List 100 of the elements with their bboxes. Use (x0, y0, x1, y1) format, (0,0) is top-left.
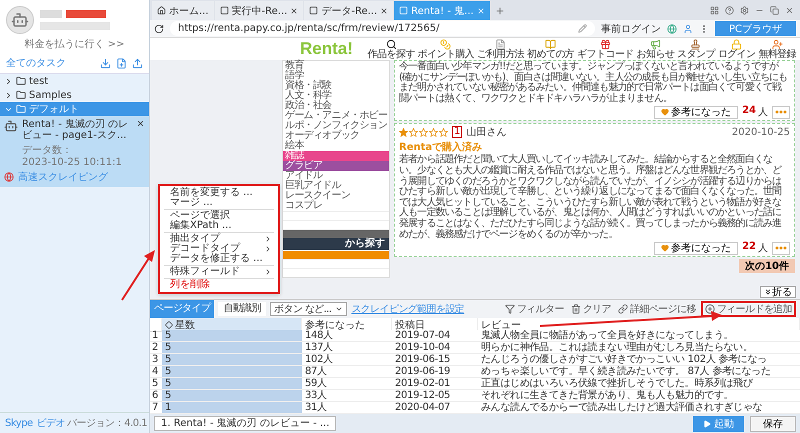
settings-icon[interactable] (740, 6, 749, 14)
page-icon (399, 6, 408, 15)
link-icon (618, 304, 628, 314)
task-name: Renta! - 鬼滅の刃 のレビュー - page1-スク... (22, 119, 130, 141)
globe-icon[interactable] (666, 24, 677, 34)
toolbar-button[interactable]: クリア (568, 301, 613, 317)
more-button[interactable] (772, 106, 790, 119)
menu-item[interactable]: マージ ... (160, 198, 278, 208)
annotation-arrow (121, 250, 155, 301)
review-date: 2020-10-25 (732, 126, 790, 138)
table-cell: 2020-04-07 (392, 402, 478, 414)
menu-item[interactable]: 名前を変更する ... (160, 188, 278, 198)
help-icon[interactable] (725, 6, 734, 14)
browser-tab[interactable]: ホーム... (152, 1, 214, 20)
menu-item[interactable]: 編集XPath ... (160, 221, 278, 231)
stamp-icon (690, 38, 702, 50)
close-icon[interactable] (290, 6, 298, 14)
site-logo: Renta! (300, 39, 353, 59)
folder-icon (16, 90, 26, 100)
menu-item[interactable]: ページで選択 (160, 211, 278, 221)
home-icon (157, 6, 166, 15)
collapse-button[interactable]: 折る (760, 286, 796, 298)
table-cell: 5 (162, 354, 302, 366)
menu-item[interactable]: データを修正する ... (160, 254, 278, 264)
login-link[interactable]: 事前ログイン (600, 22, 661, 36)
plus-circle-icon (704, 304, 715, 314)
browser-tab[interactable]: データ-Re... (304, 1, 394, 20)
menu-item[interactable]: 列を削除 (160, 280, 278, 290)
close-icon[interactable] (380, 6, 388, 14)
table-cell: 明らかに神作品。これは読まない理由がむしろ見当たらない。 (478, 342, 800, 354)
toolbar-button[interactable]: フィルター (502, 301, 566, 317)
nav-link[interactable]: ポイント購入 (418, 38, 474, 60)
category-item[interactable]: グラビア (283, 161, 389, 171)
table-cell: 5 (162, 390, 302, 402)
import-icon[interactable] (100, 58, 111, 68)
menu-item[interactable]: 抽出タイプ (160, 234, 278, 244)
table-cell: 102人 (302, 354, 392, 366)
grid-icon[interactable] (710, 6, 719, 14)
globe-icon (4, 172, 14, 182)
robot-icon (11, 11, 29, 29)
section-header: から探す (283, 238, 389, 250)
nav-link[interactable]: スタンプ (677, 38, 715, 60)
table-cell: 2019-10-04 (392, 342, 478, 354)
nav-link[interactable]: ギフトコード (577, 38, 634, 60)
table-cell: 5 (162, 366, 302, 378)
review-author: 山田さん (466, 126, 506, 140)
caret-icon (335, 305, 344, 313)
count-unit: 人 (758, 106, 768, 120)
nav-link[interactable]: 作品を探す (368, 38, 415, 60)
helpful-count: 24 (742, 105, 756, 118)
empty-star-icon (419, 128, 428, 137)
menu-item[interactable]: デコードタイプ (160, 244, 278, 254)
task-item[interactable]: Renta! - 鬼滅の刃 のレビュー - page1-スク... データ数： 2023-10-25 10:11:1 高速スクレイピング (0, 116, 149, 187)
chevron-right-icon (264, 268, 272, 276)
helpful-button[interactable]: 参考になった (654, 242, 738, 255)
page-icon (220, 6, 229, 15)
lock-icon (731, 38, 742, 50)
category-item[interactable]: ルポ・ノンフィクション (283, 121, 389, 131)
restore-icon[interactable] (770, 6, 779, 14)
table-cell: 59人 (302, 378, 392, 390)
table-cell: 5 (162, 330, 302, 342)
pagination-dropdown[interactable]: ボタン など... (270, 302, 348, 316)
nav-link[interactable]: 初めての方 (527, 38, 574, 60)
table-cell: 2019-06-19 (392, 366, 478, 378)
billing-link[interactable]: 料金を払うに行く >> (24, 37, 124, 51)
coin-icon (440, 38, 452, 50)
table-cell: 137人 (302, 342, 392, 354)
nav-link[interactable]: 無料登録 (758, 38, 796, 60)
page-type-value[interactable]: 自動識別 (218, 302, 266, 316)
task-tab[interactable]: 1. Renta! - 鬼滅の刃 のレビュー - ... (154, 416, 336, 431)
table-cell: 鬼滅人物全員に物語があって全員を好きになってしまう。 (478, 330, 800, 342)
save-button[interactable]: 保存 (750, 416, 796, 432)
category-item[interactable]: ゲーム・アニメ・ホビー (283, 111, 389, 121)
dots-icon (775, 110, 787, 114)
nav-link[interactable]: ご利用方法 (477, 38, 524, 60)
more-button[interactable] (772, 242, 790, 255)
toolbar-button[interactable]: 詳細ページに移 (616, 301, 698, 317)
megaphone-icon (650, 38, 661, 50)
search-icon (386, 38, 397, 50)
reload-icon[interactable] (154, 24, 164, 34)
export-icon[interactable] (132, 58, 143, 68)
user-icon[interactable] (682, 24, 693, 34)
book-icon (545, 38, 556, 50)
menu-item[interactable]: 特殊フィールド (160, 267, 278, 277)
next-page-button[interactable]: 次の10件 (739, 259, 795, 274)
table-cell: 2019-02-01 (392, 378, 478, 390)
nav-link[interactable]: お知らせ (636, 38, 674, 60)
filled-star-icon (399, 128, 408, 137)
table-cell: 1 (162, 402, 302, 414)
table-cell: それぞれに生きてきた背景があり、鬼も人も魅力的です。 (478, 390, 800, 402)
table-cell: 87人 (302, 366, 392, 378)
nav-link[interactable]: ログイン (718, 38, 756, 60)
new-task-icon[interactable] (116, 58, 127, 68)
close-icon[interactable] (136, 119, 145, 128)
url-field[interactable]: https://renta.papy.co.jp/renta/sc/frm/review/172565/ (170, 21, 595, 36)
new-tab-icon[interactable] (494, 6, 505, 16)
helpful-button[interactable]: 参考になった (654, 106, 738, 119)
heart-icon (661, 244, 670, 252)
browser-tab[interactable]: 実行中-Re... (214, 1, 304, 20)
empty-star-icon (439, 128, 448, 137)
